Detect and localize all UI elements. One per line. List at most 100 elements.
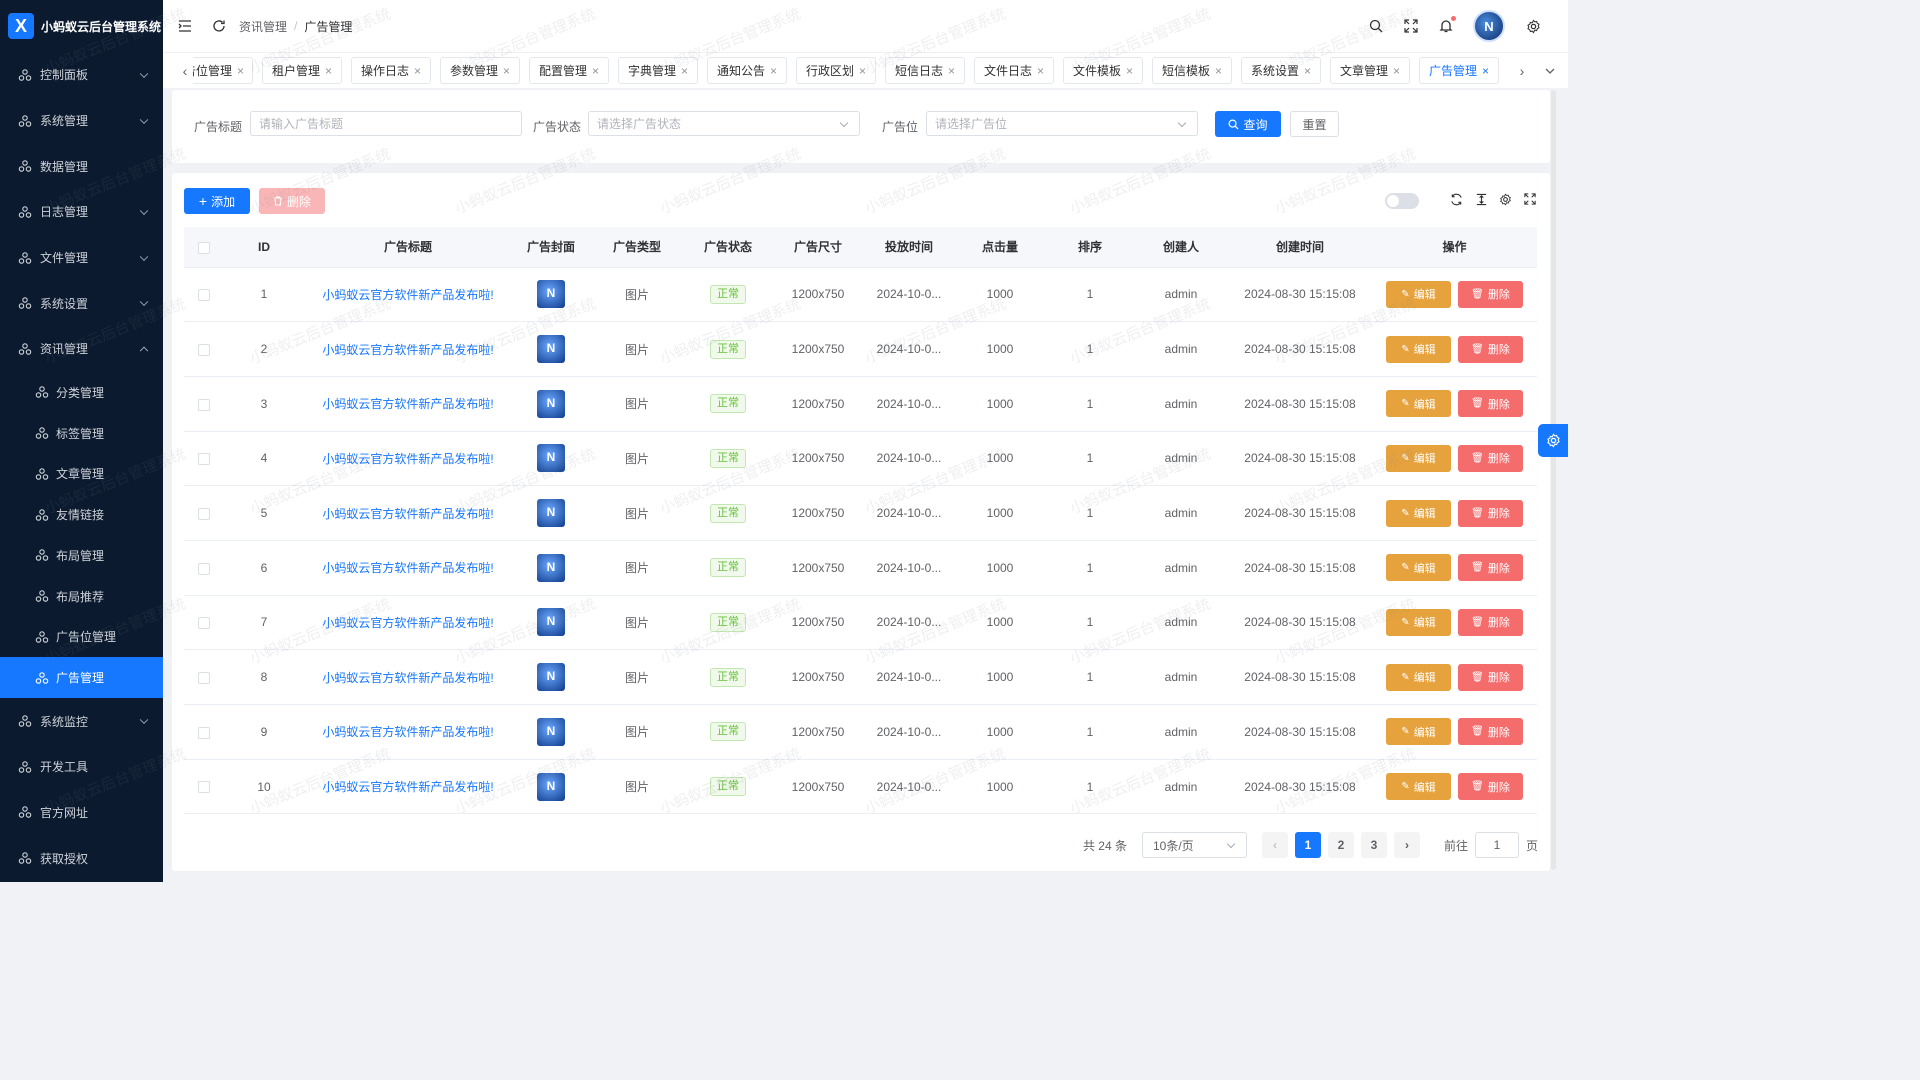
- position-select[interactable]: 请选择广告位: [926, 111, 1198, 136]
- delete-button[interactable]: 🗑 删除: [1458, 608, 1523, 636]
- cover-thumbnail[interactable]: [537, 717, 565, 746]
- close-icon[interactable]: ×: [1215, 64, 1222, 78]
- cover-thumbnail[interactable]: [537, 553, 565, 582]
- title-input[interactable]: 请输入广告标题: [250, 111, 522, 136]
- cover-thumbnail[interactable]: [537, 335, 565, 364]
- sidebar-item[interactable]: 官方网址: [0, 790, 163, 836]
- tab[interactable]: 租户管理 ×: [262, 57, 343, 84]
- sidebar-subitem[interactable]: 布局管理: [0, 535, 163, 576]
- sidebar-item[interactable]: 数据管理: [0, 143, 163, 189]
- close-icon[interactable]: ×: [1126, 64, 1133, 78]
- close-icon[interactable]: ×: [1304, 64, 1311, 78]
- row-checkbox[interactable]: [198, 343, 210, 356]
- sidebar-subitem[interactable]: 友情链接: [0, 494, 163, 535]
- tab[interactable]: 广告管理 ×: [1419, 57, 1500, 84]
- ad-title-link[interactable]: 小蚂蚁云官方软件新产品发布啦!: [322, 288, 493, 302]
- close-icon[interactable]: ×: [1393, 64, 1400, 78]
- tab[interactable]: 通知公告 ×: [707, 57, 788, 84]
- fullscreen-icon[interactable]: [1403, 18, 1419, 34]
- tabs-dropdown-icon[interactable]: [1540, 53, 1560, 89]
- row-checkbox[interactable]: [198, 507, 210, 520]
- row-select-cell[interactable]: [184, 704, 224, 760]
- tab[interactable]: 短信日志 ×: [885, 57, 966, 84]
- sidebar-subitem[interactable]: 标签管理: [0, 413, 163, 454]
- cell-title[interactable]: 小蚂蚁云官方软件新产品发布啦!: [304, 704, 512, 760]
- sidebar-subitem[interactable]: 分类管理: [0, 372, 163, 413]
- tab[interactable]: 配置管理 ×: [529, 57, 610, 84]
- delete-button[interactable]: 🗑 删除: [1458, 663, 1523, 691]
- sidebar-subitem[interactable]: 布局推荐: [0, 576, 163, 617]
- vertical-scrollbar[interactable]: [1551, 90, 1556, 870]
- refresh-icon[interactable]: [211, 18, 227, 34]
- sidebar-item[interactable]: 开发工具: [0, 744, 163, 790]
- cell-title[interactable]: 小蚂蚁云官方软件新产品发布啦!: [304, 540, 512, 596]
- cell-title[interactable]: 小蚂蚁云官方软件新产品发布啦!: [304, 431, 512, 487]
- close-icon[interactable]: ×: [770, 64, 777, 78]
- avatar[interactable]: N: [1473, 10, 1505, 42]
- tabs-left-arrow-icon[interactable]: ‹: [175, 53, 195, 89]
- row-checkbox[interactable]: [198, 617, 210, 630]
- sidebar-item[interactable]: 系统管理: [0, 98, 163, 144]
- close-icon[interactable]: ×: [1037, 64, 1044, 78]
- delete-button[interactable]: 🗑 删除: [1458, 718, 1523, 746]
- row-checkbox[interactable]: [198, 726, 210, 739]
- sidebar-item[interactable]: 控制面板: [0, 52, 163, 98]
- query-button[interactable]: 查询: [1215, 111, 1281, 137]
- cover-thumbnail[interactable]: [537, 389, 565, 418]
- cover-thumbnail[interactable]: [537, 608, 565, 637]
- ad-title-link[interactable]: 小蚂蚁云官方软件新产品发布啦!: [322, 343, 493, 357]
- row-select-cell[interactable]: [184, 649, 224, 705]
- sidebar-subitem[interactable]: 文章管理: [0, 453, 163, 494]
- breadcrumb-item[interactable]: 资讯管理: [239, 18, 287, 35]
- sidebar-item[interactable]: 日志管理: [0, 189, 163, 235]
- tab[interactable]: 系统设置 ×: [1241, 57, 1322, 84]
- row-select-cell[interactable]: [184, 321, 224, 377]
- delete-button[interactable]: 🗑 删除: [1458, 499, 1523, 527]
- edit-button[interactable]: ✎ 编辑: [1386, 554, 1451, 582]
- edit-button[interactable]: ✎ 编辑: [1386, 390, 1451, 418]
- row-select-cell[interactable]: [184, 540, 224, 596]
- prev-page-button[interactable]: ‹: [1261, 832, 1288, 858]
- delete-button[interactable]: 🗑 删除: [1458, 773, 1523, 801]
- cover-thumbnail[interactable]: [537, 772, 565, 801]
- bell-icon[interactable]: [1438, 16, 1456, 34]
- menu-fold-icon[interactable]: [177, 18, 193, 34]
- ad-title-link[interactable]: 小蚂蚁云官方软件新产品发布啦!: [322, 616, 493, 630]
- toggle-switch[interactable]: [1385, 193, 1419, 209]
- edit-button[interactable]: ✎ 编辑: [1386, 335, 1451, 363]
- tab[interactable]: 文件模板 ×: [1063, 57, 1144, 84]
- sidebar-item[interactable]: 文件管理: [0, 235, 163, 281]
- sidebar-item[interactable]: 系统监控: [0, 698, 163, 744]
- close-icon[interactable]: ×: [948, 64, 955, 78]
- page-size-select[interactable]: 10条/页: [1141, 832, 1247, 858]
- delete-button[interactable]: 🗑 删除: [1458, 554, 1523, 582]
- close-icon[interactable]: ×: [325, 64, 332, 78]
- batch-delete-button[interactable]: 删除: [259, 188, 325, 214]
- ad-title-link[interactable]: 小蚂蚁云官方软件新产品发布啦!: [322, 725, 493, 739]
- fullscreen-icon[interactable]: [1523, 192, 1537, 206]
- close-icon[interactable]: ×: [859, 64, 866, 78]
- edit-button[interactable]: ✎ 编辑: [1386, 718, 1451, 746]
- tabs-right-arrow-icon[interactable]: ›: [1512, 53, 1532, 89]
- cell-title[interactable]: 小蚂蚁云官方软件新产品发布啦!: [304, 485, 512, 541]
- cover-thumbnail[interactable]: [537, 499, 565, 528]
- search-icon[interactable]: [1368, 18, 1384, 34]
- cell-title[interactable]: 小蚂蚁云官方软件新产品发布啦!: [304, 376, 512, 432]
- tab[interactable]: 字典管理 ×: [618, 57, 699, 84]
- header-checkbox[interactable]: [184, 227, 224, 268]
- row-select-cell[interactable]: [184, 595, 224, 651]
- next-page-button[interactable]: ›: [1393, 832, 1420, 858]
- cover-thumbnail[interactable]: [537, 444, 565, 473]
- row-select-cell[interactable]: [184, 376, 224, 432]
- tab[interactable]: 广告位管理 ×: [193, 57, 254, 84]
- floating-settings-button[interactable]: [1538, 424, 1568, 457]
- sidebar-item[interactable]: 获取授权: [0, 835, 163, 881]
- row-select-cell[interactable]: [184, 485, 224, 541]
- close-icon[interactable]: ×: [414, 64, 421, 78]
- page-number-button[interactable]: 1: [1294, 832, 1321, 858]
- page-number-button[interactable]: 2: [1327, 832, 1354, 858]
- edit-button[interactable]: ✎ 编辑: [1386, 608, 1451, 636]
- cell-title[interactable]: 小蚂蚁云官方软件新产品发布啦!: [304, 267, 512, 323]
- tab[interactable]: 短信模板 ×: [1152, 57, 1233, 84]
- cell-title[interactable]: 小蚂蚁云官方软件新产品发布啦!: [304, 649, 512, 705]
